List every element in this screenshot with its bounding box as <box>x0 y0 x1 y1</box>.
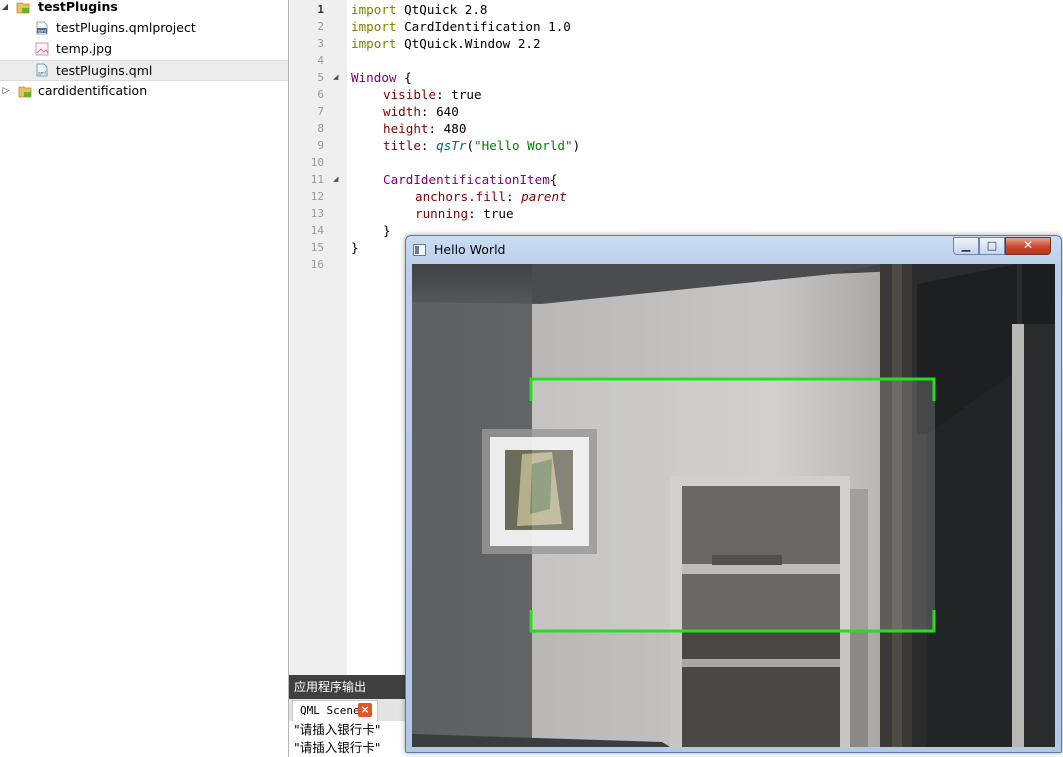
code-line: title: qsTr("Hello World") <box>383 138 581 153</box>
code-line: height: 480 <box>383 121 467 136</box>
fold-marker-icon[interactable]: ◢ <box>333 171 338 188</box>
tree-item-qml-file[interactable]: qml testPlugins.qml <box>0 60 288 81</box>
line-number: 3 <box>317 37 324 50</box>
line-number: 15 <box>310 241 324 254</box>
code-line: CardIdentificationItem{ <box>383 172 558 187</box>
line-number: 11 <box>310 173 324 186</box>
code-line: running: true <box>415 206 514 221</box>
code-line: Window { <box>351 70 412 85</box>
maximize-button[interactable]: □ <box>979 237 1005 255</box>
line-number: 8 <box>317 122 324 135</box>
close-button[interactable]: ✕ <box>1005 237 1051 255</box>
line-number: 6 <box>317 88 324 101</box>
code-line: } <box>383 223 391 238</box>
close-icon: ✕ <box>1022 238 1034 252</box>
line-number: 1 <box>317 3 324 16</box>
fold-marker-icon[interactable]: ◢ <box>333 69 338 86</box>
qmlproject-file-icon: qml <box>36 21 48 35</box>
output-line: "请插入银行卡" <box>294 722 381 737</box>
qml-file-icon: qml <box>36 63 48 77</box>
output-line: "请插入银行卡" <box>294 740 381 755</box>
line-number: 12 <box>310 190 324 203</box>
svg-text:qml: qml <box>38 70 46 75</box>
window-app-icon <box>413 244 426 256</box>
maximize-icon: □ <box>986 239 998 252</box>
expanded-arrow-icon[interactable]: ◢ <box>0 0 10 17</box>
camera-frame-image <box>412 264 1055 747</box>
code-line: import CardIdentification 1.0 <box>351 19 571 34</box>
line-number: 10 <box>310 156 324 169</box>
window-title: Hello World <box>434 242 506 257</box>
camera-preview <box>412 264 1055 747</box>
code-line: import QtQuick.Window 2.2 <box>351 36 541 51</box>
line-number: 16 <box>310 258 324 271</box>
line-number: 7 <box>317 105 324 118</box>
code-line: import QtQuick 2.8 <box>351 2 488 17</box>
minimize-icon: ▁ <box>961 239 971 252</box>
output-pane-title: 应用程序输出 <box>289 675 409 699</box>
line-number: 13 <box>310 207 324 220</box>
code-line: width: 640 <box>383 104 459 119</box>
code-line: visible: true <box>383 87 482 102</box>
line-number: 9 <box>317 139 324 152</box>
tree-item-testplugins[interactable]: ◢ testPlugins <box>0 0 288 17</box>
code-line: anchors.fill: parent <box>415 189 567 204</box>
line-number: 14 <box>310 224 324 237</box>
close-tab-icon[interactable]: × <box>358 703 372 717</box>
tree-item-temp-jpg[interactable]: temp.jpg <box>0 39 288 59</box>
svg-text:qml: qml <box>38 28 46 33</box>
qt-project-folder-icon <box>18 86 32 98</box>
tree-item-cardidentification[interactable]: ▷ cardidentification <box>0 81 288 101</box>
project-tree: ◢ testPlugins qml testPlugins.qmlproject… <box>0 0 288 757</box>
tree-item-qmlproject[interactable]: qml testPlugins.qmlproject <box>0 18 288 38</box>
qml-project-folder-icon <box>16 2 30 14</box>
code-line: } <box>351 240 359 255</box>
collapsed-arrow-icon[interactable]: ▷ <box>1 81 11 101</box>
line-number: 5 <box>317 71 324 84</box>
line-number: 4 <box>317 54 324 67</box>
minimize-button[interactable]: ▁ <box>953 237 979 255</box>
line-number: 2 <box>317 20 324 33</box>
image-file-icon <box>35 42 49 56</box>
